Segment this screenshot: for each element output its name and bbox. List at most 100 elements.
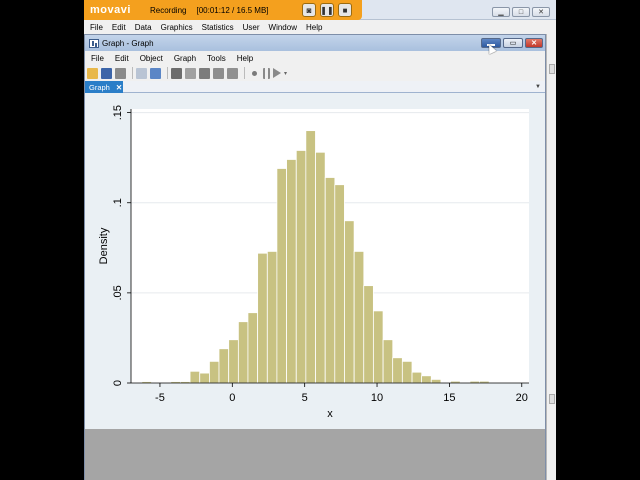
- recorder-webcam-button[interactable]: ◙: [302, 3, 316, 17]
- histogram-bar: [353, 251, 365, 384]
- x-tick-label: 5: [302, 392, 308, 404]
- histogram-bar: [315, 151, 326, 384]
- main-menu-graphics[interactable]: Graphics: [161, 23, 193, 32]
- main-menu-user[interactable]: User: [243, 23, 260, 32]
- graph-menu-file[interactable]: File: [91, 54, 104, 63]
- toolbar-separator: [132, 67, 133, 79]
- histogram-bar: [334, 184, 345, 384]
- graph-maximize-button[interactable]: ▭: [503, 38, 523, 48]
- tab-graph-label: Graph: [89, 82, 110, 92]
- save-icon[interactable]: [101, 67, 112, 79]
- histogram-bar: [344, 220, 355, 384]
- y-axis-label: Density: [98, 227, 110, 264]
- movavi-logo: movavi: [90, 4, 131, 16]
- stop-icon: ■: [342, 5, 348, 15]
- graph-window-title: Graph - Graph: [102, 38, 154, 48]
- pause-icon: ❚❚: [320, 5, 334, 15]
- open-icon[interactable]: [87, 67, 98, 79]
- histogram-bar: [382, 339, 394, 384]
- graph-tabbar: Graph ✕ ▼: [85, 81, 545, 93]
- maximize-icon: ▭: [509, 40, 517, 47]
- scrollbar-thumb[interactable]: [549, 64, 555, 74]
- scrollbar-thumb[interactable]: [549, 394, 555, 404]
- x-axis-label: x: [327, 408, 333, 420]
- y-tick-label: .05: [112, 285, 124, 300]
- x-tick-label: 15: [443, 392, 455, 404]
- edit-graph-icon[interactable]: [185, 67, 196, 79]
- close-icon: ✕: [538, 9, 544, 16]
- main-minimize-button[interactable]: ▁: [492, 7, 510, 17]
- rename-icon[interactable]: [213, 67, 224, 79]
- y-tick-label: 0: [112, 380, 124, 386]
- graph-window-icon: [89, 38, 99, 48]
- histogram-bar: [411, 371, 423, 384]
- histogram-bar: [305, 130, 316, 384]
- dropdown-icon[interactable]: ▾: [284, 70, 290, 77]
- x-tick-label: -5: [155, 392, 165, 404]
- main-maximize-button[interactable]: □: [512, 7, 530, 17]
- histogram-bar: [401, 360, 413, 384]
- print-icon[interactable]: [115, 67, 126, 79]
- graph-menu-graph[interactable]: Graph: [174, 54, 196, 63]
- graph-menu-help[interactable]: Help: [237, 54, 253, 63]
- x-tick-label: 0: [229, 392, 235, 404]
- graph-titlebar[interactable]: Graph - Graph ▭ ✕: [85, 35, 545, 51]
- histogram-bar: [199, 372, 210, 384]
- paste-icon[interactable]: [150, 67, 161, 79]
- main-menu-help[interactable]: Help: [306, 23, 322, 32]
- histogram-bar: [228, 339, 239, 384]
- histogram-bar: [324, 177, 336, 384]
- histogram-bar: [189, 370, 201, 384]
- y-tick-label: .1: [112, 198, 124, 207]
- graph-window: Graph - Graph ▭ ✕ File Edit Object Graph…: [84, 34, 546, 480]
- graph-menu-object[interactable]: Object: [140, 54, 163, 63]
- histogram-bar: [209, 360, 220, 384]
- toolbar-separator: [167, 67, 168, 79]
- pause-icon[interactable]: [263, 67, 270, 79]
- graph-close-button[interactable]: ✕: [525, 38, 543, 48]
- histogram-bar: [373, 310, 384, 384]
- desktop-area: ▁ □ ✕ File Edit Data Graphics Statistics…: [84, 0, 556, 480]
- histogram-bar: [237, 321, 249, 384]
- tab-graph[interactable]: Graph ✕: [85, 81, 123, 93]
- apply-icon[interactable]: [227, 67, 238, 79]
- recording-status: Recording: [150, 5, 187, 15]
- main-close-button[interactable]: ✕: [532, 7, 550, 17]
- main-menu-file[interactable]: File: [90, 23, 103, 32]
- histogram-bar: [392, 357, 403, 384]
- tab-dropdown-icon[interactable]: ▼: [535, 84, 541, 90]
- x-tick-label: 20: [516, 392, 528, 404]
- histogram-bar: [247, 312, 258, 384]
- graph-menu-edit[interactable]: Edit: [115, 54, 129, 63]
- histogram-bar: [363, 285, 374, 384]
- graph-toolbar: ▾: [85, 65, 545, 81]
- histogram-bar: [421, 375, 432, 384]
- graph-empty-area: [85, 429, 545, 480]
- main-menu-data[interactable]: Data: [135, 23, 152, 32]
- histogram-chart: 0 .05 .1 .15 -5 0 5 10 15 20 x Density: [98, 105, 529, 420]
- graph-menu-tools[interactable]: Tools: [207, 54, 226, 63]
- camera-icon: ◙: [306, 5, 312, 15]
- minimize-icon: ▁: [498, 9, 504, 16]
- graph-canvas: 0 .05 .1 .15 -5 0 5 10 15 20 x Density: [85, 93, 545, 429]
- copy-icon[interactable]: [136, 67, 147, 79]
- histogram-bar: [276, 168, 287, 384]
- tab-close-icon[interactable]: ✕: [116, 83, 122, 92]
- recorder-icon[interactable]: [199, 67, 210, 79]
- recorder-stop-button[interactable]: ■: [338, 3, 352, 17]
- y-tick-label: .15: [112, 105, 124, 120]
- recorder-bar: movavi Recording [00:01:12 / 16.5 MB] ◙ …: [84, 0, 362, 20]
- graph-editor-icon[interactable]: [171, 67, 182, 79]
- histogram-bar: [286, 159, 297, 384]
- play-icon[interactable]: [273, 68, 281, 78]
- recorder-pause-button[interactable]: ❚❚: [320, 3, 334, 17]
- main-menu-statistics[interactable]: Statistics: [202, 23, 234, 32]
- main-menu-window[interactable]: Window: [269, 23, 297, 32]
- histogram-bar: [218, 348, 230, 384]
- histogram-bar: [266, 251, 278, 384]
- record-icon[interactable]: [252, 70, 257, 76]
- main-window-scrollbar[interactable]: [546, 34, 556, 480]
- main-menu-edit[interactable]: Edit: [112, 23, 126, 32]
- main-menubar: File Edit Data Graphics Statistics User …: [84, 20, 556, 34]
- histogram-bar: [257, 252, 268, 384]
